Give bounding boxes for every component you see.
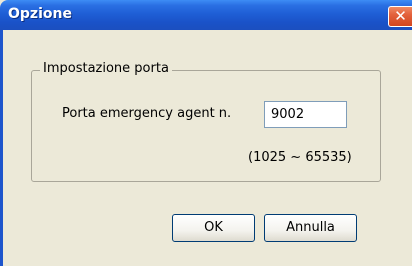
window-frame-left (0, 30, 3, 266)
port-input[interactable] (264, 101, 347, 128)
close-button[interactable]: ✕ (388, 6, 412, 27)
port-label: Porta emergency agent n. (62, 106, 232, 121)
title-bar[interactable]: Opzione ✕ (0, 0, 412, 30)
window-title: Opzione (8, 6, 72, 22)
cancel-button[interactable]: Annulla (264, 214, 357, 242)
close-icon: ✕ (394, 7, 407, 25)
ok-button[interactable]: OK (172, 214, 255, 242)
options-dialog: Opzione ✕ Impostazione porta Porta emerg… (0, 0, 412, 266)
group-title: Impostazione porta (40, 61, 172, 76)
port-range-hint: (1025 ~ 65535) (248, 150, 352, 165)
